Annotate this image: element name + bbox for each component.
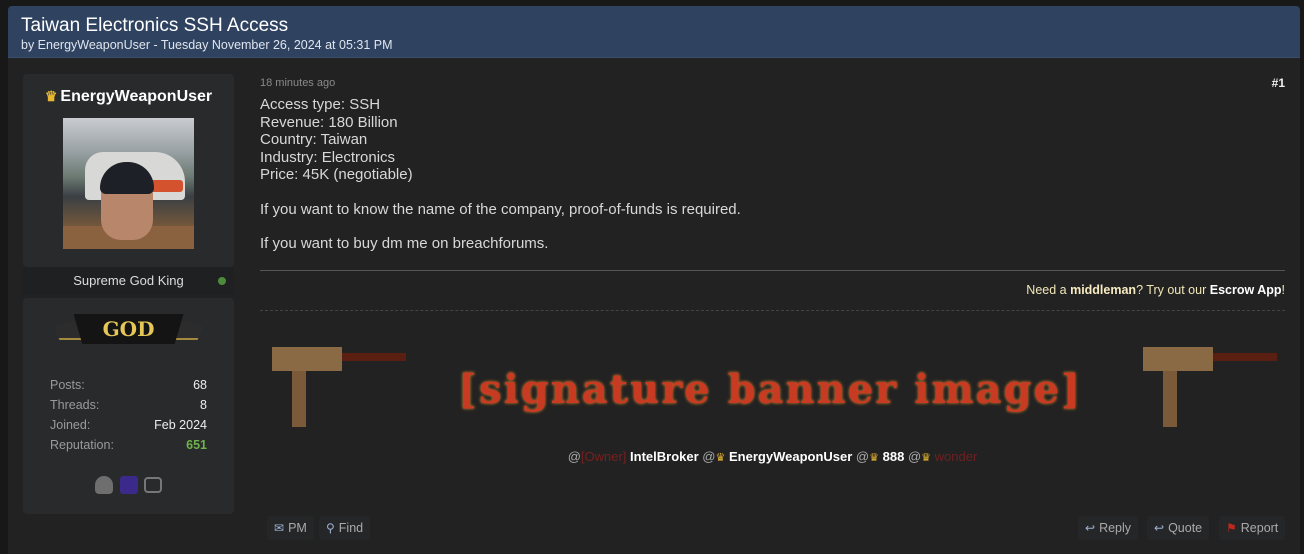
- online-status-dot: [218, 277, 226, 285]
- god-badge: GOD: [53, 310, 204, 352]
- signature-divider: [260, 269, 1285, 271]
- gun-graphic-right: [1137, 343, 1277, 433]
- post-line: Revenue: 180 Billion: [260, 113, 398, 131]
- crown-icon: ♛: [921, 451, 932, 464]
- thread-title: Taiwan Electronics SSH Access: [21, 15, 289, 36]
- post-line: Price: 45K (negotiable): [260, 166, 413, 183]
- post-paragraph: If you want to buy dm me on breachforums…: [260, 235, 549, 252]
- post-paragraph: If you want to know the name of the comp…: [260, 200, 741, 218]
- find-button[interactable]: ⚲ Find: [319, 516, 371, 540]
- signature-banner-image: [signature banner image]: [458, 366, 1082, 413]
- spy-award-icon[interactable]: [95, 476, 114, 494]
- reply-button[interactable]: ↩ Reply: [1078, 516, 1139, 540]
- crown-icon: ♛: [715, 451, 726, 464]
- author-username[interactable]: ♛ EnergyWeaponUser: [23, 88, 234, 106]
- reply-all-icon: ↩: [1154, 521, 1165, 535]
- signature-banner: [signature banner image]: [260, 317, 1285, 447]
- flag-icon: ⚑: [1226, 521, 1237, 535]
- user-rank: Supreme God King: [23, 267, 234, 295]
- quote-button[interactable]: ↩ Quote: [1147, 516, 1210, 540]
- stat-joined: Joined: Feb 2024: [50, 418, 207, 432]
- awards-row: [23, 476, 234, 494]
- mention-intelbroker[interactable]: IntelBroker: [630, 449, 699, 464]
- gun-graphic-left: [266, 343, 406, 433]
- post-line: Access type: SSH: [260, 96, 381, 113]
- report-button[interactable]: ⚑ Report: [1219, 516, 1286, 540]
- mention-energyweaponuser[interactable]: EnergyWeaponUser: [729, 449, 852, 464]
- hooded-figure-award-icon[interactable]: [119, 476, 138, 494]
- post-line: Country: Taiwan: [260, 131, 368, 148]
- crown-icon: ♛: [869, 451, 879, 464]
- signature-mentions: @[Owner] IntelBroker @♛ EnergyWeaponUser…: [567, 448, 978, 464]
- escrow-notice: Need a middleman? Try out our Escrow App…: [1026, 282, 1285, 297]
- crown-icon: ♛: [44, 88, 58, 104]
- chat-bubbles-award-icon[interactable]: [143, 477, 162, 493]
- reply-icon: ↩: [1085, 521, 1096, 535]
- avatar[interactable]: [63, 118, 194, 249]
- thread-container: Taiwan Electronics SSH Access by EnergyW…: [8, 6, 1300, 554]
- post-content: 18 minutes ago #1 Access type: SSH Reven…: [260, 74, 1286, 540]
- search-icon: ⚲: [326, 521, 335, 535]
- escrow-app-link[interactable]: Escrow App: [1210, 283, 1282, 297]
- envelope-icon: ✉: [274, 521, 285, 535]
- author-stats: Posts: 68 Threads: 8 Joined: Feb 2024 Reput…: [50, 378, 207, 458]
- author-stats-card: GOD Posts: 68 Threads: 8 Joined: Feb 2024 R…: [23, 298, 234, 514]
- signature-dashed-divider: [260, 309, 1285, 311]
- stat-posts: Posts: 68: [50, 378, 207, 392]
- author-panel: ♛ EnergyWeaponUser Supreme God King GOD P…: [23, 74, 234, 514]
- pm-button[interactable]: ✉ PM: [267, 516, 314, 540]
- mention-888[interactable]: 888: [883, 449, 905, 464]
- thread-subtitle: by EnergyWeaponUser - Tuesday November 2…: [21, 38, 393, 52]
- stat-threads: Threads: 8: [50, 398, 207, 412]
- post-time: 18 minutes ago: [260, 77, 336, 89]
- stat-reputation: Reputation: 651: [50, 438, 207, 452]
- post-line: Industry: Electronics: [260, 148, 396, 166]
- post-number[interactable]: #1: [1272, 76, 1285, 90]
- thread-header: Taiwan Electronics SSH Access by EnergyW…: [8, 6, 1300, 58]
- mention-wonder[interactable]: wonder: [935, 449, 978, 464]
- post-actions: ✉ PM ⚲ Find ↩ Reply ↩ Quote ⚑ Report: [260, 516, 1286, 540]
- post-body: Access type: SSH Revenue: 180 Billion Co…: [260, 96, 1285, 253]
- author-card: ♛ EnergyWeaponUser: [23, 74, 234, 267]
